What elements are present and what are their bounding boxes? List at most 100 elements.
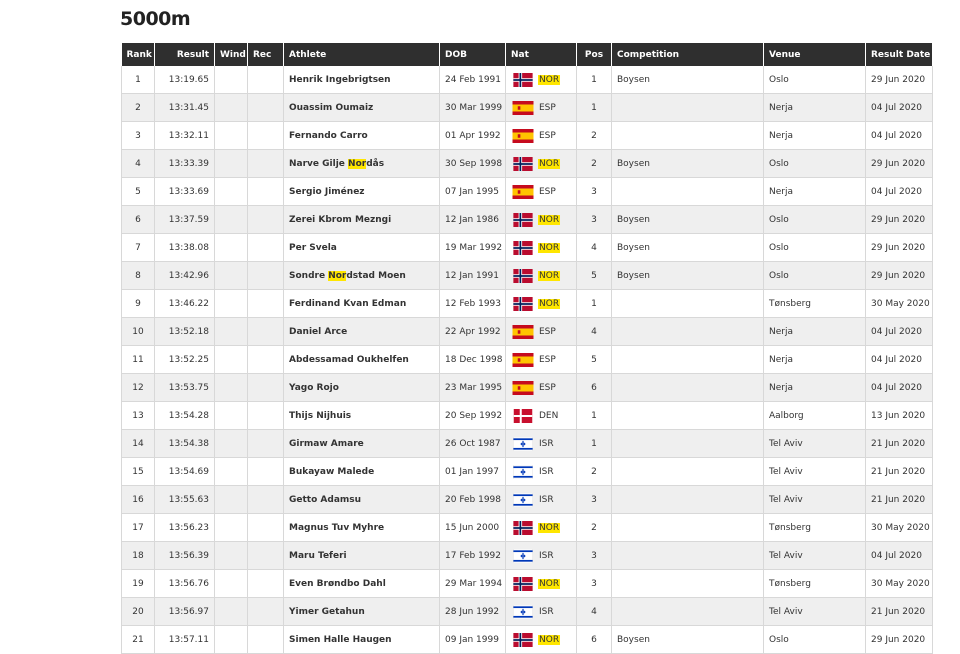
athlete-cell[interactable]: Daniel Arce bbox=[283, 317, 440, 346]
table-row[interactable]: 21 13:57.11 Simen Halle Haugen 09 Jan 1999 N… bbox=[121, 625, 933, 654]
table-row[interactable]: 16 13:55.63 Getto Adamsu 20 Feb 1998 ISR 3 Tel… bbox=[121, 485, 933, 514]
column-header-competition[interactable]: Competition bbox=[611, 43, 764, 66]
pos-cell: 5 bbox=[576, 261, 612, 290]
competition-cell bbox=[611, 541, 764, 570]
athlete-cell[interactable]: Yago Rojo bbox=[283, 373, 440, 402]
column-header-dob[interactable]: DOB bbox=[439, 43, 506, 66]
athlete-cell[interactable]: Maru Teferi bbox=[283, 541, 440, 570]
rec-cell bbox=[247, 205, 284, 234]
table-row[interactable]: 6 13:37.59 Zerei Kbrom Mezngi 12 Jan 1986 NO… bbox=[121, 205, 933, 234]
table-row[interactable]: 19 13:56.76 Even Brøndbo Dahl 29 Mar 1994 NO… bbox=[121, 569, 933, 598]
table-row[interactable]: 2 13:31.45 Ouassim Oumaiz 30 Mar 1999 ESP 1 Ne… bbox=[121, 93, 933, 122]
table-row[interactable]: 5 13:33.69 Sergio Jiménez 07 Jan 1995 ESP 3 Ne… bbox=[121, 177, 933, 206]
athlete-name: Girmaw Amare bbox=[289, 438, 364, 449]
athlete-cell[interactable]: Thijs Nijhuis bbox=[283, 401, 440, 430]
venue-cell: Oslo bbox=[763, 149, 866, 178]
table-row[interactable]: 15 13:54.69 Bukayaw Malede 01 Jan 1997 ISR 2 T… bbox=[121, 457, 933, 486]
athlete-cell[interactable]: Girmaw Amare bbox=[283, 429, 440, 458]
nat-cell: ISR bbox=[505, 485, 577, 514]
table-row[interactable]: 20 13:56.97 Yimer Getahun 28 Jun 1992 ISR 4 Te… bbox=[121, 597, 933, 626]
athlete-cell[interactable]: Zerei Kbrom Mezngi bbox=[283, 205, 440, 234]
athlete-name: Yago Rojo bbox=[289, 382, 339, 393]
search-highlight: Nor bbox=[348, 158, 367, 169]
athlete-cell[interactable]: Sergio Jiménez bbox=[283, 177, 440, 206]
table-row[interactable]: 10 13:52.18 Daniel Arce 22 Apr 1992 ESP 4 Nerj… bbox=[121, 317, 933, 346]
table-row[interactable]: 1 13:19.65 Henrik Ingebrigtsen 24 Feb 1991 N… bbox=[121, 66, 933, 94]
athlete-cell[interactable]: Ouassim Oumaiz bbox=[283, 93, 440, 122]
column-header-result[interactable]: Result bbox=[154, 43, 215, 66]
nat-code: NOR bbox=[538, 634, 561, 645]
wind-cell bbox=[214, 289, 248, 318]
table-row[interactable]: 13 13:54.28 Thijs Nijhuis 20 Sep 1992 DEN 1 Aa… bbox=[121, 401, 933, 430]
column-header-pos[interactable]: Pos bbox=[576, 43, 612, 66]
norway-flag-icon bbox=[511, 632, 535, 647]
column-header-result-date[interactable]: Result Date bbox=[865, 43, 933, 66]
nat-code: DEN bbox=[539, 410, 559, 421]
athlete-name: Getto Adamsu bbox=[289, 494, 362, 505]
nat-code: NOR bbox=[538, 242, 561, 253]
athlete-name-part: Sondre bbox=[289, 270, 329, 281]
nat-cell: NOR bbox=[505, 569, 577, 598]
column-header-wind[interactable]: Wind bbox=[214, 43, 248, 66]
athlete-cell[interactable]: Bukayaw Malede bbox=[283, 457, 440, 486]
competition-cell: Boysen bbox=[611, 149, 764, 178]
venue-cell: Tel Aviv bbox=[763, 485, 866, 514]
column-header-venue[interactable]: Venue bbox=[763, 43, 866, 66]
table-row[interactable]: 8 13:42.96 Sondre Nordstad Moen 12 Jan 1991… bbox=[121, 261, 933, 290]
athlete-name-part: dstad Moen bbox=[346, 270, 406, 281]
column-header-nat[interactable]: Nat bbox=[505, 43, 577, 66]
competition-cell: Boysen bbox=[611, 233, 764, 262]
table-row[interactable]: 14 13:54.38 Girmaw Amare 26 Oct 1987 ISR 1 Tel… bbox=[121, 429, 933, 458]
athlete-name: Thijs Nijhuis bbox=[289, 410, 352, 421]
nat-code: NOR bbox=[538, 298, 561, 309]
athlete-cell[interactable]: Yimer Getahun bbox=[283, 597, 440, 626]
pos-cell: 2 bbox=[576, 457, 612, 486]
venue-cell: Tønsberg bbox=[763, 289, 866, 318]
table-row[interactable]: 18 13:56.39 Maru Teferi 17 Feb 1992 ISR 3 Tel … bbox=[121, 541, 933, 570]
athlete-name: Abdessamad Oukhelfen bbox=[289, 354, 409, 365]
table-row[interactable]: 11 13:52.25 Abdessamad Oukhelfen 18 Dec 199… bbox=[121, 345, 933, 374]
table-row[interactable]: 12 13:53.75 Yago Rojo 23 Mar 1995 ESP 6 Nerja 0… bbox=[121, 373, 933, 402]
athlete-cell[interactable]: Narve Gilje Nordås bbox=[283, 149, 440, 178]
nat-code: ISR bbox=[539, 494, 554, 505]
competition-cell bbox=[611, 513, 764, 542]
wind-cell bbox=[214, 317, 248, 346]
athlete-cell[interactable]: Sondre Nordstad Moen bbox=[283, 261, 440, 290]
rec-cell bbox=[247, 429, 284, 458]
table-row[interactable]: 17 13:56.23 Magnus Tuv Myhre 15 Jun 2000 NOR… bbox=[121, 513, 933, 542]
athlete-cell[interactable]: Henrik Ingebrigtsen bbox=[283, 66, 440, 94]
venue-cell: Oslo bbox=[763, 261, 866, 290]
nat-cell: NOR bbox=[505, 205, 577, 234]
athlete-cell[interactable]: Fernando Carro bbox=[283, 121, 440, 150]
israel-flag-icon bbox=[511, 436, 535, 451]
wind-cell bbox=[214, 485, 248, 514]
dob-cell: 01 Jan 1997 bbox=[439, 457, 506, 486]
dob-cell: 19 Mar 1992 bbox=[439, 233, 506, 262]
result-date-cell: 04 Jul 2020 bbox=[865, 121, 933, 150]
dob-cell: 26 Oct 1987 bbox=[439, 429, 506, 458]
rank-cell: 3 bbox=[121, 121, 155, 150]
result-cell: 13:56.39 bbox=[154, 541, 215, 570]
dob-cell: 22 Apr 1992 bbox=[439, 317, 506, 346]
pos-cell: 4 bbox=[576, 597, 612, 626]
athlete-cell[interactable]: Even Brøndbo Dahl bbox=[283, 569, 440, 598]
column-header-rank[interactable]: Rank bbox=[121, 43, 155, 66]
athlete-cell[interactable]: Magnus Tuv Myhre bbox=[283, 513, 440, 542]
athlete-cell[interactable]: Abdessamad Oukhelfen bbox=[283, 345, 440, 374]
dob-cell: 07 Jan 1995 bbox=[439, 177, 506, 206]
rec-cell bbox=[247, 569, 284, 598]
table-row[interactable]: 7 13:38.08 Per Svela 19 Mar 1992 NOR 4 Boysen O… bbox=[121, 233, 933, 262]
athlete-cell[interactable]: Getto Adamsu bbox=[283, 485, 440, 514]
athlete-cell[interactable]: Per Svela bbox=[283, 233, 440, 262]
athlete-cell[interactable]: Ferdinand Kvan Edman bbox=[283, 289, 440, 318]
table-row[interactable]: 4 13:33.39 Narve Gilje Nordås 30 Sep 1998 NO… bbox=[121, 149, 933, 178]
column-header-rec[interactable]: Rec bbox=[247, 43, 284, 66]
table-row[interactable]: 9 13:46.22 Ferdinand Kvan Edman 12 Feb 1993… bbox=[121, 289, 933, 318]
column-header-athlete[interactable]: Athlete bbox=[283, 43, 440, 66]
result-cell: 13:56.23 bbox=[154, 513, 215, 542]
nat-code: ESP bbox=[539, 102, 556, 113]
dob-cell: 20 Sep 1992 bbox=[439, 401, 506, 430]
athlete-cell[interactable]: Simen Halle Haugen bbox=[283, 625, 440, 654]
table-row[interactable]: 3 13:32.11 Fernando Carro 01 Apr 1992 ESP 2 Ne… bbox=[121, 121, 933, 150]
rec-cell bbox=[247, 625, 284, 654]
